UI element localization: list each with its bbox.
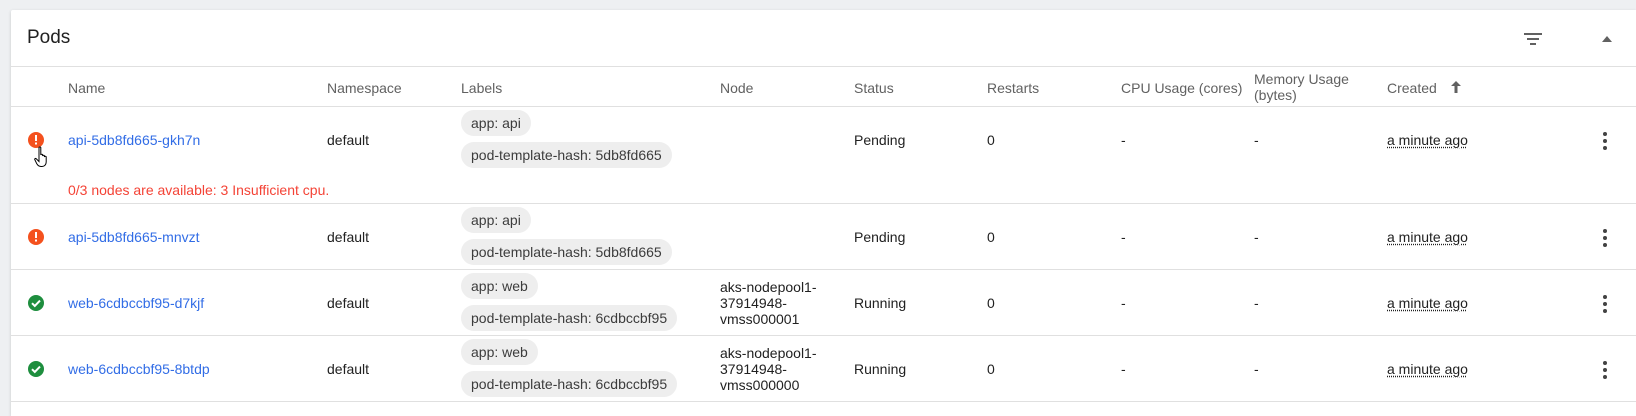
more-vert-icon[interactable] — [1595, 358, 1615, 382]
pod-created: a minute ago — [1387, 132, 1468, 148]
pod-cpu: - — [1121, 229, 1126, 245]
table-header: Name Namespace Labels Node Status Restar… — [11, 67, 1636, 107]
label-chip: pod-template-hash: 5db8fd665 — [461, 142, 672, 168]
column-header-namespace[interactable]: Namespace — [327, 80, 402, 96]
pod-cpu: - — [1121, 295, 1126, 311]
column-header-restarts[interactable]: Restarts — [987, 80, 1039, 96]
column-header-node[interactable]: Node — [720, 80, 753, 96]
pod-node-line: vmss000000 — [720, 377, 800, 393]
pod-node-line: aks-nodepool1- — [720, 279, 817, 295]
pod-memory: - — [1254, 132, 1259, 148]
hand-cursor-icon — [34, 146, 50, 168]
table-row: web-6cdbccbf95-d7kjf default app: web po… — [11, 270, 1636, 336]
pod-name-link[interactable]: api-5db8fd665-gkh7n — [68, 132, 200, 148]
label-chip: app: api — [461, 207, 531, 233]
pod-node: aks-nodepool1- 37914948- vmss000001 — [720, 279, 817, 327]
column-header-memory-line1: Memory Usage — [1254, 71, 1349, 87]
column-header-cpu: CPU Usage (cores) — [1121, 80, 1243, 96]
pod-status: Running — [854, 361, 907, 377]
pod-node-line: aks-nodepool1- — [720, 345, 817, 361]
pod-created: a minute ago — [1387, 295, 1468, 311]
table-row: web-6cdbccbf95-8btdp default app: web po… — [11, 336, 1636, 402]
pod-status: Pending — [854, 132, 906, 148]
pod-namespace: default — [327, 132, 370, 148]
more-vert-icon[interactable] — [1595, 292, 1615, 316]
pod-namespace: default — [327, 295, 370, 311]
column-header-memory-line2: (bytes) — [1254, 87, 1297, 103]
more-vert-icon[interactable] — [1595, 226, 1615, 250]
pod-name-link[interactable]: api-5db8fd665-mnvzt — [68, 229, 200, 245]
table-row: api-5db8fd665-mnvzt default app: api pod… — [11, 204, 1636, 270]
pod-memory: - — [1254, 229, 1259, 245]
success-status-icon — [27, 360, 45, 378]
pod-memory: - — [1254, 361, 1259, 377]
column-header-status[interactable]: Status — [854, 80, 894, 96]
label-chip: pod-template-hash: 6cdbccbf95 — [461, 371, 678, 397]
column-header-name[interactable]: Name — [68, 80, 105, 96]
pod-error-message: 0/3 nodes are available: 3 Insufficient … — [68, 182, 330, 198]
sort-arrow-up-icon — [1450, 81, 1461, 93]
column-header-created[interactable]: Created — [1387, 80, 1463, 96]
label-chip: pod-template-hash: 5db8fd665 — [461, 239, 672, 265]
pod-node-line: 37914948- — [720, 295, 787, 311]
pod-cpu: - — [1121, 132, 1126, 148]
label-chip: app: web — [461, 339, 538, 365]
pod-memory: - — [1254, 295, 1259, 311]
pod-node: aks-nodepool1- 37914948- vmss000000 — [720, 345, 817, 393]
card-header: Pods — [11, 10, 1636, 67]
label-chip: app: web — [461, 273, 538, 299]
pod-status: Running — [854, 295, 907, 311]
pod-status: Pending — [854, 229, 906, 245]
pod-name-link[interactable]: web-6cdbccbf95-8btdp — [68, 361, 210, 377]
card-title: Pods — [27, 27, 71, 48]
success-status-icon — [27, 294, 45, 312]
column-header-labels: Labels — [461, 80, 503, 96]
label-chip: app: api — [461, 110, 531, 136]
pod-restarts: 0 — [987, 132, 995, 148]
table-row: api-5db8fd665-gkh7n default app: api pod… — [11, 107, 1636, 204]
pod-created: a minute ago — [1387, 229, 1468, 245]
pod-created: a minute ago — [1387, 361, 1468, 377]
pod-node-line: vmss000001 — [720, 311, 800, 327]
error-status-icon — [27, 228, 45, 246]
pods-card: Pods Name Namespace Labels Node Status R… — [11, 10, 1636, 416]
pod-restarts: 0 — [987, 229, 995, 245]
filter-icon[interactable] — [1520, 26, 1546, 52]
pod-node-line: 37914948- — [720, 361, 787, 377]
pod-namespace: default — [327, 361, 370, 377]
pod-restarts: 0 — [987, 295, 995, 311]
pod-restarts: 0 — [987, 361, 995, 377]
pod-cpu: - — [1121, 361, 1126, 377]
column-header-created-label: Created — [1387, 80, 1437, 96]
column-header-memory: Memory Usage (bytes) — [1254, 71, 1384, 103]
more-vert-icon[interactable] — [1595, 129, 1615, 153]
pod-name-link[interactable]: web-6cdbccbf95-d7kjf — [68, 295, 204, 311]
collapse-chevron-up-icon[interactable] — [1594, 26, 1620, 52]
label-chip: pod-template-hash: 6cdbccbf95 — [461, 305, 678, 331]
pod-namespace: default — [327, 229, 370, 245]
